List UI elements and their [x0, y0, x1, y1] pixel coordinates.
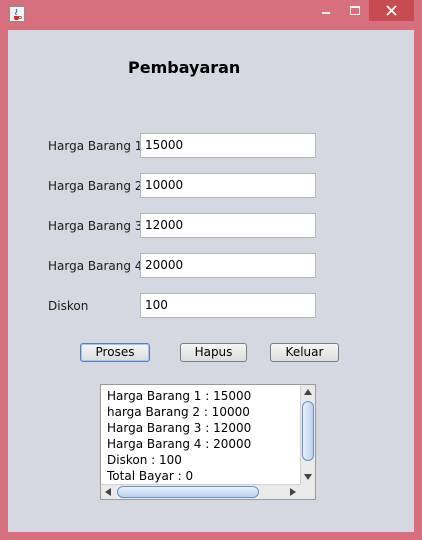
output-line: Harga Barang 3 : 12000 [107, 421, 252, 435]
output-line: Diskon : 100 [107, 453, 182, 467]
scroll-left-icon[interactable] [105, 488, 111, 496]
scroll-right-icon[interactable] [290, 488, 296, 496]
output-text-area[interactable]: Harga Barang 1 : 15000 harga Barang 2 : … [100, 384, 316, 500]
output-line: harga Barang 2 : 10000 [107, 405, 250, 419]
scrollbar-corner [300, 484, 315, 499]
hapus-button[interactable]: Hapus [180, 343, 247, 362]
close-icon [386, 5, 397, 16]
harga-barang-3-field[interactable]: 12000 [140, 213, 316, 238]
harga-barang-1-field[interactable]: 15000 [140, 133, 316, 158]
title-bar[interactable] [0, 0, 422, 30]
vertical-scrollbar[interactable] [300, 385, 315, 484]
output-text[interactable]: Harga Barang 1 : 15000 harga Barang 2 : … [107, 388, 297, 483]
output-line: Harga Barang 1 : 15000 [107, 389, 252, 403]
harga-barang-3-label: Harga Barang 3 [48, 219, 143, 233]
output-line: Harga Barang 4 : 20000 [107, 437, 252, 451]
output-line: Total Bayar : 0 [107, 469, 194, 483]
diskon-field[interactable]: 100 [140, 293, 316, 318]
minimize-button[interactable] [312, 0, 340, 21]
harga-barang-4-label: Harga Barang 4 [48, 259, 143, 273]
harga-barang-1-label: Harga Barang 1 [48, 139, 143, 153]
java-cup-icon[interactable] [9, 6, 25, 22]
harga-barang-4-field[interactable]: 20000 [140, 253, 316, 278]
horizontal-scrollbar[interactable] [101, 484, 300, 499]
form-panel: Pembayaran Harga Barang 1 15000 Harga Ba… [8, 30, 414, 532]
scroll-down-icon[interactable] [304, 474, 312, 480]
diskon-label: Diskon [48, 299, 89, 313]
close-button[interactable] [369, 0, 414, 21]
page-title: Pembayaran [128, 58, 241, 77]
proses-button[interactable]: Proses [80, 343, 150, 362]
vertical-scroll-thumb[interactable] [302, 401, 314, 461]
keluar-button[interactable]: Keluar [270, 343, 339, 362]
harga-barang-2-field[interactable]: 10000 [140, 173, 316, 198]
horizontal-scroll-thumb[interactable] [117, 486, 259, 498]
harga-barang-2-label: Harga Barang 2 [48, 179, 143, 193]
scroll-up-icon[interactable] [304, 389, 312, 395]
maximize-button[interactable] [341, 0, 368, 21]
